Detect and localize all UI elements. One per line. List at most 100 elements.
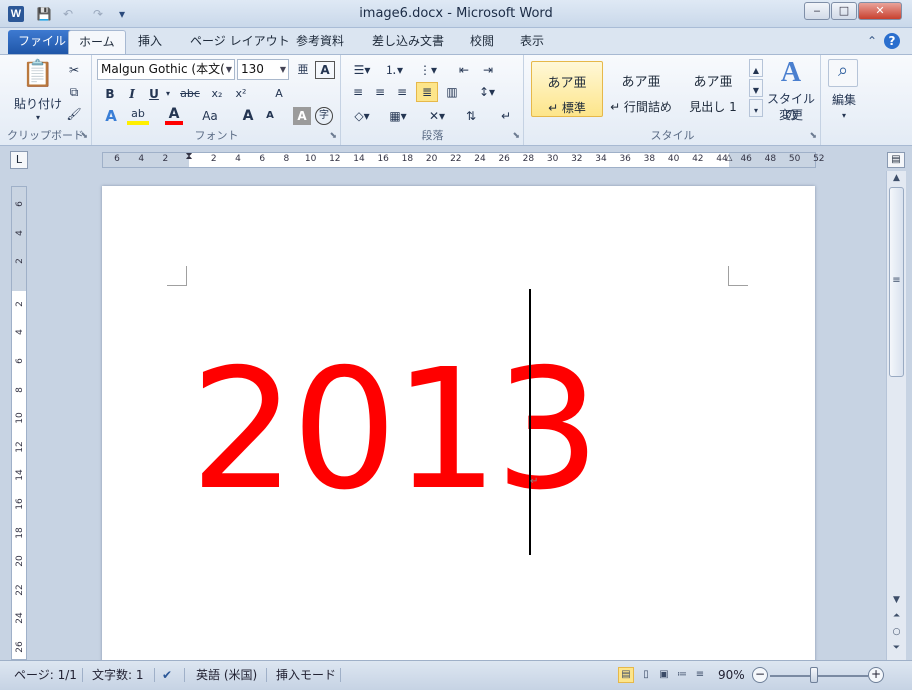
maximize-button[interactable]: □ xyxy=(831,2,857,20)
font-color-button[interactable]: A xyxy=(165,105,183,125)
right-indent-marker-icon[interactable]: △ xyxy=(726,153,733,163)
clipboard-launcher-icon[interactable]: ⬊ xyxy=(80,131,88,141)
binoculars-icon[interactable]: ⌕ xyxy=(828,59,858,87)
phonetic-guide-button[interactable]: 亜 xyxy=(293,59,313,81)
help-icon[interactable]: ? xyxy=(884,33,900,49)
styles-more-icon[interactable]: ▾ xyxy=(749,99,763,117)
web-layout-view-icon[interactable]: ▣ xyxy=(656,667,672,683)
format-painter-icon[interactable]: 🖌 xyxy=(64,103,84,125)
style-normal[interactable]: あア亜 ↵ 標準 xyxy=(531,61,603,117)
asian-layout-button[interactable]: ✕▾ xyxy=(424,105,450,127)
zoom-slider[interactable] xyxy=(770,675,868,677)
shrink-font-button[interactable]: A xyxy=(261,105,279,127)
styles-scroll-up-icon[interactable]: ▲ xyxy=(749,59,763,77)
horizontal-ruler[interactable]: 6 4 2 2 4 6 8 10 12 14 16 18 20 22 24 26 28 30 32 34 36 38 40 4… xyxy=(102,151,825,168)
borders-button[interactable]: ▦▾ xyxy=(384,105,412,127)
zoom-out-button[interactable]: − xyxy=(752,667,768,683)
sort-button[interactable]: ⇅ xyxy=(460,105,482,127)
tab-selector[interactable]: L xyxy=(10,151,28,169)
paragraph-launcher-icon[interactable]: ⬊ xyxy=(512,131,520,141)
scroll-up-icon[interactable]: ▲ xyxy=(889,173,904,183)
tab-insert[interactable]: 挿入 xyxy=(128,30,172,54)
superscript-button[interactable]: x² xyxy=(231,83,251,105)
view-ruler-icon[interactable]: ▤ xyxy=(887,152,905,168)
tab-file[interactable]: ファイル xyxy=(8,30,77,54)
minimize-button[interactable]: ‒ xyxy=(804,2,830,20)
next-page-icon[interactable]: ⏷ xyxy=(889,643,904,653)
justify-button[interactable]: ≣ xyxy=(416,82,438,102)
text-effects-button[interactable]: A xyxy=(101,105,121,127)
full-screen-reading-view-icon[interactable]: ▯ xyxy=(638,667,654,683)
decrease-indent-button[interactable]: ⇤ xyxy=(454,59,474,81)
zoom-in-button[interactable]: + xyxy=(868,667,884,683)
proofing-icon[interactable]: ✔ xyxy=(162,666,172,684)
style-no-spacing[interactable]: あア亜 ↵ 行間詰め xyxy=(605,61,677,117)
document-page[interactable]: 2013 ↵ xyxy=(102,186,815,660)
character-shading-button[interactable]: A xyxy=(293,107,311,125)
change-styles-label-1[interactable]: スタイルの xyxy=(765,91,817,122)
italic-button[interactable]: I xyxy=(123,83,141,105)
paste-dropdown-icon[interactable]: ▾ xyxy=(26,107,50,129)
draft-view-icon[interactable]: ≡ xyxy=(692,667,708,683)
copy-icon[interactable]: ⧉ xyxy=(64,81,84,103)
language[interactable]: 英語 (米国) xyxy=(196,666,257,684)
tab-references[interactable]: 参考資料 xyxy=(286,30,354,54)
font-size-combo[interactable]: 130 ▼ xyxy=(237,59,289,80)
font-name-combo[interactable]: Malgun Gothic (本文( ▼ xyxy=(97,59,235,80)
underline-button[interactable]: U xyxy=(145,83,163,105)
bold-button[interactable]: B xyxy=(101,83,119,105)
styles-scroll-down-icon[interactable]: ▼ xyxy=(749,79,763,97)
numbering-button[interactable]: ⒈▾ xyxy=(380,59,408,81)
change-styles-icon[interactable]: A xyxy=(771,57,811,91)
clear-formatting-button[interactable]: A xyxy=(269,83,289,105)
strikethrough-button[interactable]: abc xyxy=(177,83,203,105)
shading-button[interactable]: ◇▾ xyxy=(348,105,376,127)
cut-icon[interactable]: ✂ xyxy=(64,59,84,81)
tab-page-layout[interactable]: ページ レイアウト xyxy=(180,30,300,54)
outline-view-icon[interactable]: ≔ xyxy=(674,667,690,683)
distributed-button[interactable]: ▥ xyxy=(442,81,462,103)
paste-icon[interactable]: 📋 xyxy=(20,59,56,95)
align-right-button[interactable]: ≡ xyxy=(392,81,412,103)
print-layout-view-icon[interactable]: ▤ xyxy=(618,667,634,683)
align-left-button[interactable]: ≡ xyxy=(348,81,368,103)
vertical-scrollbar[interactable]: ▲ ≡ ▼ ⏶ ○ ⏷ xyxy=(886,171,906,660)
font-launcher-icon[interactable]: ⬊ xyxy=(329,131,337,141)
close-button[interactable]: ✕ xyxy=(858,2,902,20)
indent-marker-icon[interactable]: ⧗ xyxy=(185,151,192,162)
zoom-level[interactable]: 90% xyxy=(718,666,745,684)
change-styles-label-2[interactable]: 変更 xyxy=(765,107,817,123)
styles-launcher-icon[interactable]: ⬊ xyxy=(809,131,817,141)
page-count[interactable]: ページ: 1/1 xyxy=(14,666,77,684)
show-formatting-button[interactable]: ↵ xyxy=(496,105,516,127)
enclose-characters-button[interactable]: 字 xyxy=(315,107,333,125)
highlight-button[interactable]: ab xyxy=(127,105,149,125)
minimize-ribbon-icon[interactable]: ⌃ xyxy=(864,33,880,49)
insert-mode[interactable]: 挿入モード xyxy=(276,666,336,684)
align-center-button[interactable]: ≡ xyxy=(370,81,390,103)
line-spacing-button[interactable]: ↕▾ xyxy=(474,81,500,103)
scroll-down-icon[interactable]: ▼ xyxy=(889,595,904,605)
change-case-button[interactable]: Aa xyxy=(197,105,223,127)
style-heading-1[interactable]: あア亜 見出し 1 xyxy=(677,61,749,117)
multilevel-list-button[interactable]: ⋮▾ xyxy=(414,59,442,81)
document-text[interactable]: 2013 xyxy=(190,348,600,514)
browse-object-icon[interactable]: ○ xyxy=(889,627,904,637)
character-border-button[interactable]: A xyxy=(315,61,335,79)
editing-dropdown-icon[interactable]: ▾ xyxy=(822,105,866,127)
word-count[interactable]: 文字数: 1 xyxy=(92,666,144,684)
paragraph-group-label: 段落 xyxy=(421,129,444,142)
tab-home[interactable]: ホーム xyxy=(68,30,126,54)
ruler-tick-label: 24 xyxy=(15,612,25,625)
tab-view[interactable]: 表示 xyxy=(510,30,554,54)
zoom-slider-thumb[interactable] xyxy=(809,667,818,683)
underline-dropdown-icon[interactable]: ▾ xyxy=(163,83,173,105)
vertical-ruler[interactable]: 6 4 2 2 4 6 8 10 12 14 16 18 20 22 24 26 xyxy=(11,186,27,660)
tab-review[interactable]: 校閲 xyxy=(460,30,504,54)
tab-mailings[interactable]: 差し込み文書 xyxy=(362,30,454,54)
previous-page-icon[interactable]: ⏶ xyxy=(889,611,904,621)
subscript-button[interactable]: x₂ xyxy=(207,83,227,105)
bullets-button[interactable]: ☰▾ xyxy=(348,59,376,81)
increase-indent-button[interactable]: ⇥ xyxy=(478,59,498,81)
grow-font-button[interactable]: A xyxy=(239,105,257,127)
